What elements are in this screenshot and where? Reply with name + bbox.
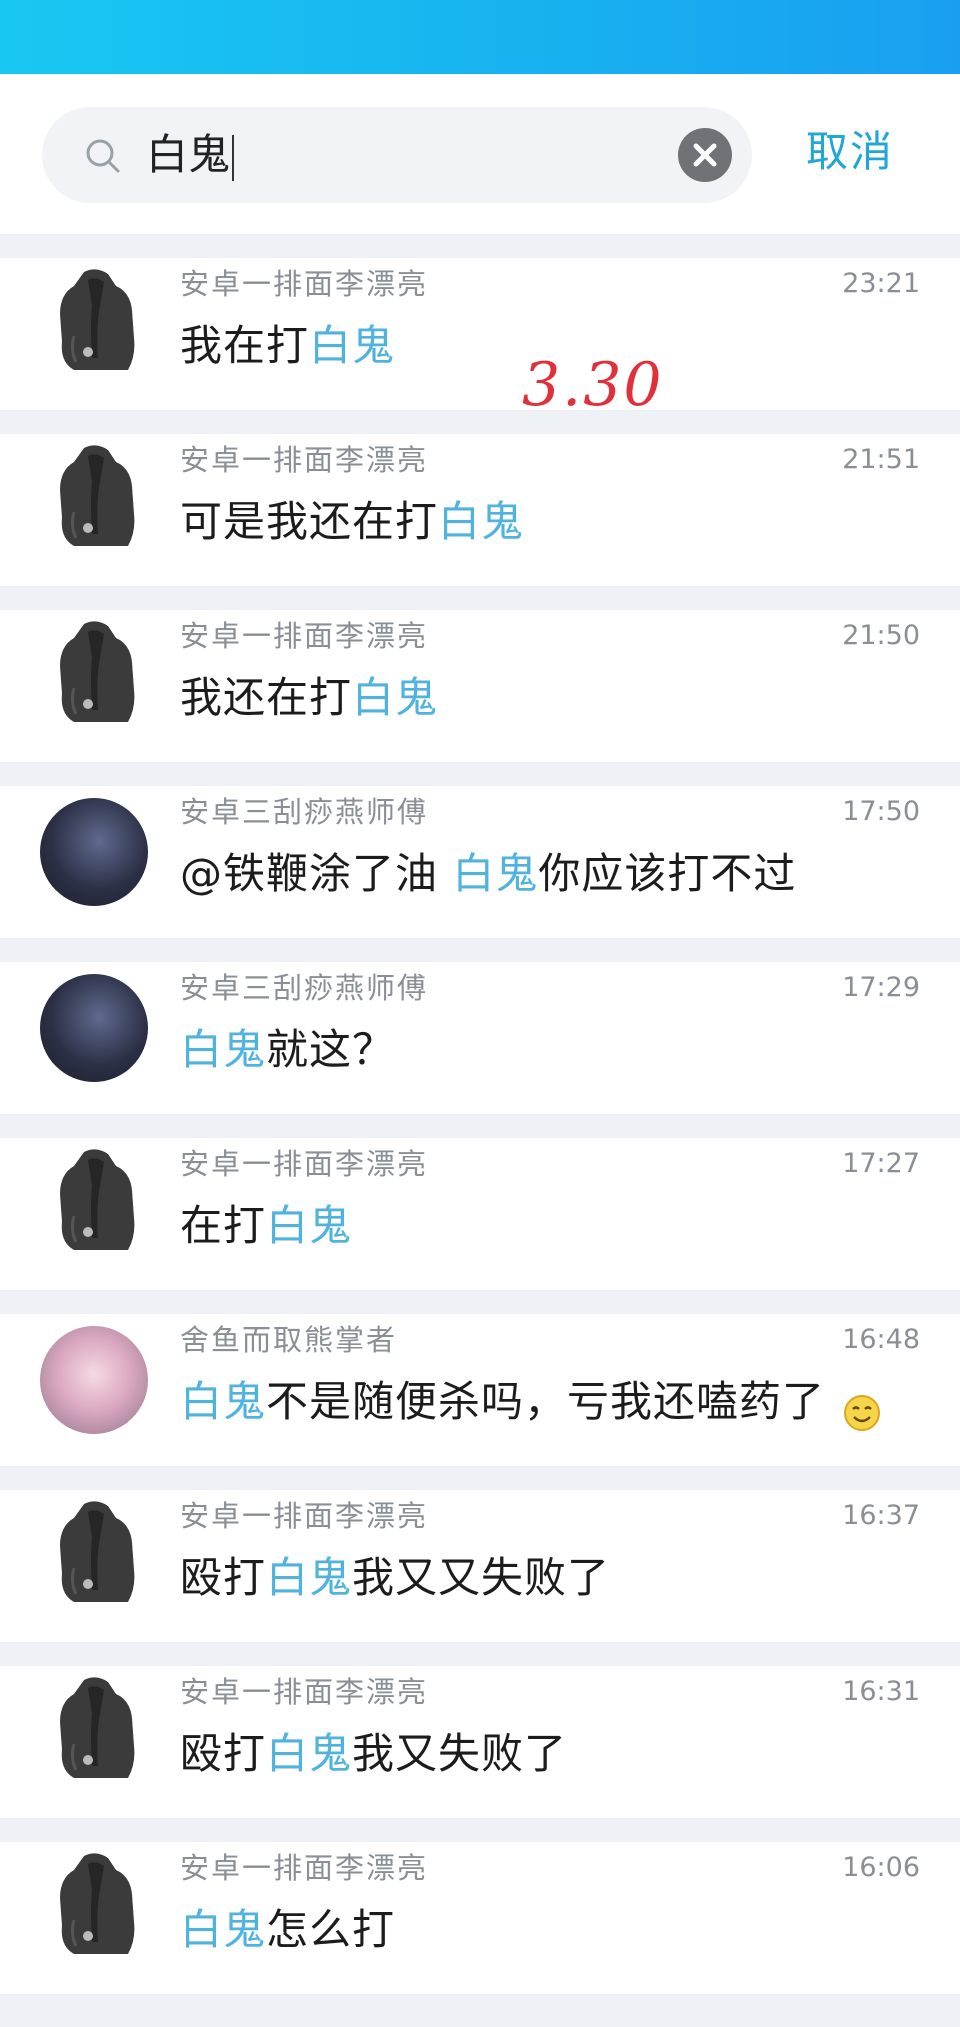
- search-result-item[interactable]: 舍鱼而取熊掌者 16:48 白鬼不是随便杀吗，亏我还嗑药了: [0, 1314, 960, 1466]
- message-suffix: 你应该打不过: [538, 849, 797, 898]
- message-text: 我还在打白鬼: [180, 666, 438, 730]
- keyword-highlight: 白鬼: [352, 673, 439, 722]
- message-text: 殴打白鬼我又失败了: [180, 1722, 567, 1786]
- sender-name: 安卓一排面李漂亮: [180, 267, 429, 301]
- message-suffix: 怎么打: [266, 1905, 396, 1954]
- search-result-item[interactable]: 安卓一排面李漂亮 16:31 殴打白鬼我又失败了: [0, 1666, 960, 1818]
- message-suffix: 不是随便杀吗，亏我还嗑药了: [266, 1377, 826, 1426]
- cancel-button[interactable]: 取消: [806, 124, 894, 180]
- text-caret: [232, 134, 235, 181]
- search-header: 白鬼 取消: [0, 74, 960, 234]
- sender-name: 安卓三刮痧燕师傅: [180, 971, 429, 1005]
- search-result-item[interactable]: 安卓三刮痧燕师傅 17:29 白鬼就这？: [0, 962, 960, 1114]
- avatar-silhouette[interactable]: [44, 1498, 148, 1606]
- sender-name: 安卓三刮痧燕师傅: [180, 795, 429, 829]
- avatar-photo[interactable]: [40, 974, 148, 1082]
- message-time: 21:50: [842, 620, 920, 651]
- message-suffix: 就这？: [266, 1025, 396, 1074]
- smiley-emoji-icon: [843, 1386, 881, 1431]
- avatar-photo[interactable]: [40, 798, 148, 906]
- keyword-highlight: 白鬼: [180, 1025, 267, 1074]
- keyword-highlight: 白鬼: [180, 1377, 267, 1426]
- avatar-silhouette[interactable]: [44, 1850, 148, 1958]
- sender-name: 舍鱼而取熊掌者: [180, 1323, 398, 1357]
- message-text: 白鬼就这？: [180, 1018, 395, 1082]
- search-result-item[interactable]: 安卓一排面李漂亮 21:51 可是我还在打白鬼: [0, 434, 960, 586]
- message-prefix: 殴打: [180, 1553, 267, 1602]
- message-text: 殴打白鬼我又又失败了: [180, 1546, 610, 1610]
- keyword-highlight: 白鬼: [180, 1905, 267, 1954]
- message-time: 16:37: [842, 1500, 920, 1531]
- message-text: 在打白鬼: [180, 1194, 352, 1258]
- search-result-item[interactable]: 安卓一排面李漂亮 17:27 在打白鬼: [0, 1138, 960, 1290]
- sender-name: 安卓一排面李漂亮: [180, 1851, 429, 1885]
- message-text: 白鬼不是随便杀吗，亏我还嗑药了: [180, 1370, 881, 1434]
- keyword-highlight: 白鬼: [452, 849, 539, 898]
- sender-name: 安卓一排面李漂亮: [180, 619, 429, 653]
- message-prefix: 我还在打: [180, 673, 353, 722]
- message-time: 17:27: [842, 1148, 920, 1179]
- search-result-item[interactable]: 安卓一排面李漂亮 16:06 白鬼怎么打: [0, 1842, 960, 1994]
- keyword-highlight: 白鬼: [266, 1201, 353, 1250]
- message-prefix: 殴打: [180, 1729, 267, 1778]
- avatar-photo[interactable]: [40, 1326, 148, 1434]
- close-icon: [693, 143, 717, 167]
- search-result-item[interactable]: 安卓三刮痧燕师傅 17:50 @铁鞭涂了油 白鬼你应该打不过: [0, 786, 960, 938]
- search-result-item[interactable]: 安卓一排面李漂亮 16:37 殴打白鬼我又又失败了: [0, 1490, 960, 1642]
- handwritten-annotation: 3.30: [522, 350, 664, 420]
- search-icon: [82, 135, 126, 179]
- message-time: 16:48: [842, 1324, 920, 1355]
- keyword-highlight: 白鬼: [309, 321, 396, 370]
- keyword-highlight: 白鬼: [266, 1553, 353, 1602]
- message-time: 23:21: [842, 268, 920, 299]
- keyword-highlight: 白鬼: [438, 497, 525, 546]
- sender-name: 安卓一排面李漂亮: [180, 1499, 429, 1533]
- search-results-list: 安卓一排面李漂亮 23:21 我在打白鬼 安卓一排面李漂亮 21:51 可是我还…: [0, 258, 960, 2018]
- sender-name: 安卓一排面李漂亮: [180, 1675, 429, 1709]
- message-suffix: 我又又失败了: [352, 1553, 611, 1602]
- message-time: 17:50: [842, 796, 920, 827]
- message-time: 17:29: [842, 972, 920, 1003]
- clear-button[interactable]: [678, 128, 732, 182]
- avatar-silhouette[interactable]: [44, 1146, 148, 1254]
- search-result-item[interactable]: 安卓一排面李漂亮 23:21 我在打白鬼: [0, 258, 960, 410]
- message-text: @铁鞭涂了油 白鬼你应该打不过: [180, 842, 796, 906]
- message-time: 16:06: [842, 1852, 920, 1883]
- avatar-silhouette[interactable]: [44, 618, 148, 726]
- keyword-highlight: 白鬼: [266, 1729, 353, 1778]
- message-time: 21:51: [842, 444, 920, 475]
- search-result-item[interactable]: 安卓一排面李漂亮 21:50 我还在打白鬼: [0, 610, 960, 762]
- sender-name: 安卓一排面李漂亮: [180, 1147, 429, 1181]
- avatar-silhouette[interactable]: [44, 266, 148, 374]
- message-prefix: 我在打: [180, 321, 310, 370]
- message-text: 我在打白鬼: [180, 314, 395, 378]
- message-text: 可是我还在打白鬼: [180, 490, 524, 554]
- message-text: 白鬼怎么打: [180, 1898, 395, 1962]
- avatar-silhouette[interactable]: [44, 1674, 148, 1782]
- message-suffix: 我又失败了: [352, 1729, 568, 1778]
- sender-name: 安卓一排面李漂亮: [180, 443, 429, 477]
- message-prefix: 可是我还在打: [180, 497, 439, 546]
- search-query[interactable]: 白鬼: [146, 127, 235, 183]
- status-bar: [0, 0, 960, 74]
- message-prefix: 在打: [180, 1201, 267, 1250]
- search-input[interactable]: 白鬼: [42, 107, 752, 203]
- avatar-silhouette[interactable]: [44, 442, 148, 550]
- message-time: 16:31: [842, 1676, 920, 1707]
- message-prefix: @铁鞭涂了油: [180, 849, 453, 898]
